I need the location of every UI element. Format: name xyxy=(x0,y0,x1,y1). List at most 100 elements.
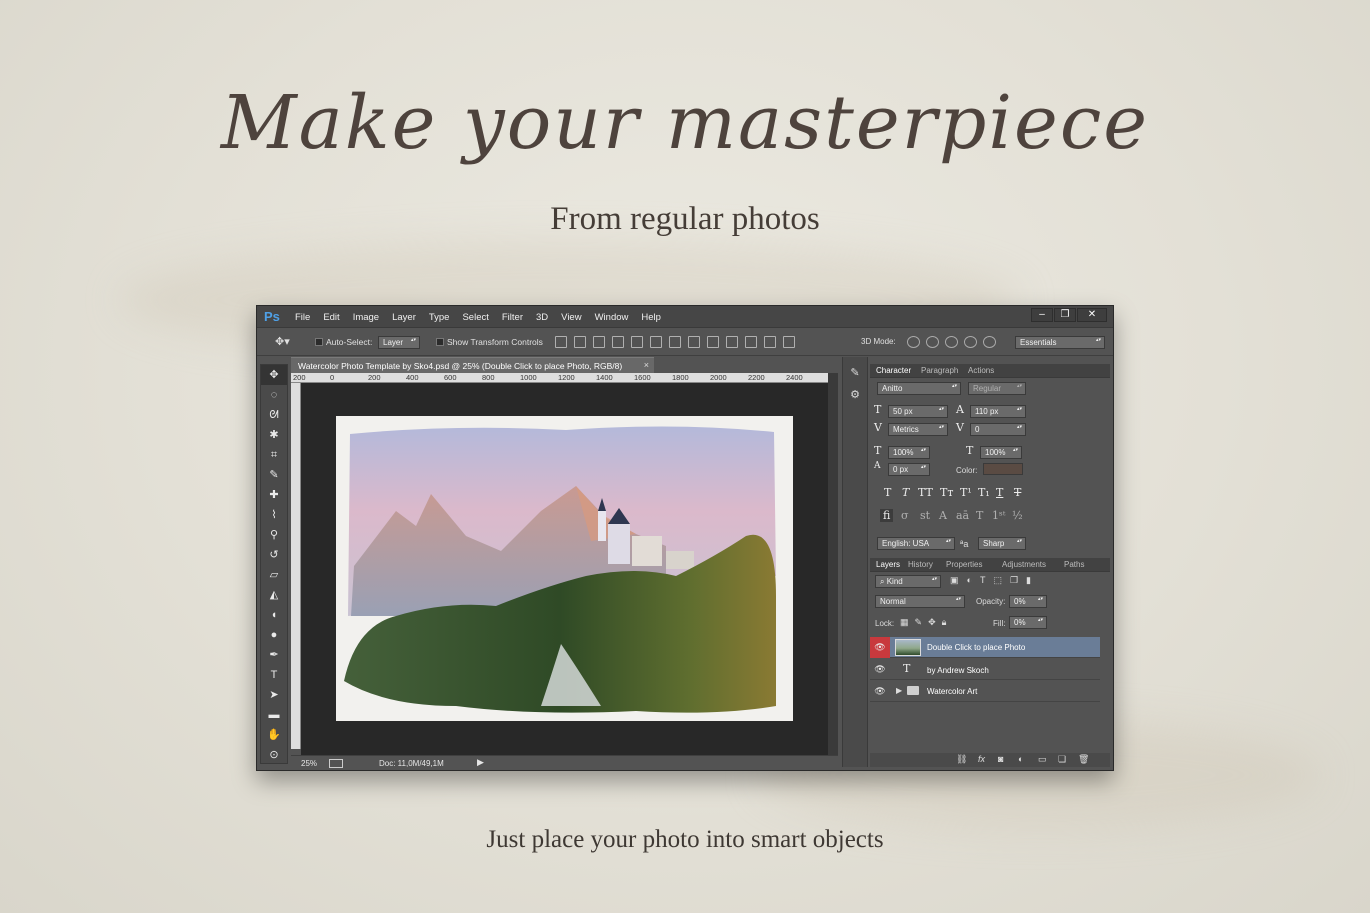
crop-tool-icon[interactable]: ⌗ xyxy=(261,445,287,465)
marquee-tool-icon[interactable]: ◌ xyxy=(261,385,287,405)
distribute-top-icon[interactable] xyxy=(669,336,681,348)
magic-wand-icon[interactable]: ✱ xyxy=(261,425,287,445)
leading-field[interactable]: 110 px xyxy=(970,405,1026,418)
roll-3d-icon[interactable] xyxy=(926,336,939,348)
layer-row[interactable]: 👁︎ Double Click to place Photo xyxy=(870,637,1100,658)
text-color-swatch[interactable] xyxy=(983,463,1023,475)
menu-edit[interactable]: Edit xyxy=(323,312,339,323)
distribute-bottom-icon[interactable] xyxy=(707,336,719,348)
faux-italic-icon[interactable]: T xyxy=(902,486,909,499)
menu-help[interactable]: Help xyxy=(641,312,661,323)
align-right-icon[interactable] xyxy=(650,336,662,348)
eye-icon[interactable]: 👁︎ xyxy=(870,681,890,702)
old-style-icon[interactable]: σ xyxy=(901,509,909,522)
auto-select-dropdown[interactable]: Layer xyxy=(378,336,420,349)
titling-icon[interactable]: aā xyxy=(956,509,969,522)
menu-select[interactable]: Select xyxy=(462,312,488,323)
align-left-icon[interactable] xyxy=(612,336,624,348)
filter-adjustment-icon[interactable]: ◐ xyxy=(967,575,972,586)
lock-image-icon[interactable]: ✎ xyxy=(915,617,923,628)
eraser-icon[interactable]: ▱ xyxy=(261,565,287,585)
blend-mode-dropdown[interactable]: Normal xyxy=(875,595,965,608)
stylistic-alternates-icon[interactable]: A xyxy=(939,509,947,522)
lasso-tool-icon[interactable]: ᘛ xyxy=(261,405,287,425)
filter-type-icon[interactable]: T xyxy=(980,575,986,586)
paint-bucket-icon[interactable]: ◭ xyxy=(261,585,287,605)
font-style-dropdown[interactable]: Regular xyxy=(968,382,1026,395)
tab-actions[interactable]: Actions xyxy=(968,366,994,375)
status-menu-arrow-icon[interactable]: ▶ xyxy=(477,757,484,768)
clone-stamp-icon[interactable]: ⚲ xyxy=(261,525,287,545)
adjust-panel-icon[interactable]: ⚙ xyxy=(849,389,861,401)
align-bottom-icon[interactable] xyxy=(593,336,605,348)
small-caps-icon[interactable]: Tт xyxy=(940,486,953,499)
type-tool-icon[interactable]: T xyxy=(261,665,287,685)
zoom-level[interactable]: 25% xyxy=(301,759,317,768)
scale-3d-icon[interactable] xyxy=(983,336,996,348)
baseline-shift-field[interactable]: 0 px xyxy=(888,463,930,476)
new-layer-icon[interactable]: ❏ xyxy=(1058,754,1066,765)
new-group-icon[interactable]: ▭ xyxy=(1038,754,1047,765)
expand-arrow-icon[interactable]: ▶ xyxy=(896,686,902,695)
font-size-field[interactable]: 50 px xyxy=(888,405,948,418)
subscript-icon[interactable]: T₁ xyxy=(978,486,990,499)
zoom-tool-icon[interactable]: ⊙ xyxy=(261,745,287,765)
distribute-left-icon[interactable] xyxy=(726,336,738,348)
tab-close-icon[interactable]: × xyxy=(644,360,649,370)
distribute-center-icon[interactable] xyxy=(745,336,757,348)
tab-character[interactable]: Character xyxy=(876,366,911,375)
lock-position-icon[interactable]: ✥ xyxy=(928,617,936,628)
brush-tool-icon[interactable]: ⌇ xyxy=(261,505,287,525)
tab-properties[interactable]: Properties xyxy=(946,560,982,569)
lock-all-icon[interactable]: 🔒︎ xyxy=(942,617,947,628)
align-top-icon[interactable] xyxy=(555,336,567,348)
fill-field[interactable]: 0% xyxy=(1009,616,1047,629)
opacity-field[interactable]: 0% xyxy=(1009,595,1047,608)
auto-align-icon[interactable] xyxy=(783,336,795,348)
close-button[interactable]: ✕ xyxy=(1077,308,1107,322)
superscript-icon[interactable]: T¹ xyxy=(960,486,972,499)
trash-icon[interactable]: 🗑︎ xyxy=(1078,754,1089,765)
underline-icon[interactable]: T xyxy=(996,486,1003,499)
history-brush-icon[interactable]: ↺ xyxy=(261,545,287,565)
canvas-area[interactable] xyxy=(301,383,828,755)
menu-layer[interactable]: Layer xyxy=(392,312,416,323)
faux-bold-icon[interactable]: T xyxy=(884,486,891,499)
menu-image[interactable]: Image xyxy=(353,312,379,323)
distribute-middle-icon[interactable] xyxy=(688,336,700,348)
blur-tool-icon[interactable]: ◖ xyxy=(261,605,287,625)
menu-filter[interactable]: Filter xyxy=(502,312,523,323)
align-middle-icon[interactable] xyxy=(574,336,586,348)
hand-tool-icon[interactable]: ✋ xyxy=(261,725,287,745)
maximize-button[interactable]: ❐ xyxy=(1054,308,1076,322)
vertical-scrollbar[interactable] xyxy=(828,373,838,755)
horizontal-scale-field[interactable]: 100% xyxy=(980,446,1022,459)
eye-icon[interactable]: 👁︎ xyxy=(870,637,890,658)
layer-row[interactable]: 👁︎ ▶ Watercolor Art xyxy=(870,681,1100,702)
menu-window[interactable]: Window xyxy=(595,312,629,323)
menu-file[interactable]: File xyxy=(295,312,310,323)
path-select-icon[interactable]: ➤ xyxy=(261,685,287,705)
eyedropper-icon[interactable]: ✎ xyxy=(261,465,287,485)
tab-layers[interactable]: Layers xyxy=(876,560,900,569)
ordinals-icon[interactable]: T xyxy=(976,509,983,522)
menu-view[interactable]: View xyxy=(561,312,581,323)
layer-row[interactable]: 👁︎ T by Andrew Skoch xyxy=(870,659,1100,680)
rectangle-tool-icon[interactable]: ▬ xyxy=(261,705,287,725)
fractions-icon[interactable]: ½ xyxy=(1012,509,1023,522)
align-center-icon[interactable] xyxy=(631,336,643,348)
filter-shape-icon[interactable]: ⬚ xyxy=(993,575,1002,586)
eye-icon[interactable]: 👁︎ xyxy=(870,659,890,680)
show-transform-checkbox[interactable]: Show Transform Controls xyxy=(436,337,543,347)
font-family-dropdown[interactable]: Anitto xyxy=(877,382,961,395)
menu-type[interactable]: Type xyxy=(429,312,450,323)
language-dropdown[interactable]: English: USA xyxy=(877,537,955,550)
swash-icon[interactable]: st xyxy=(920,509,930,522)
antialias-dropdown[interactable]: Sharp xyxy=(978,537,1026,550)
distribute-right-icon[interactable] xyxy=(764,336,776,348)
tab-history[interactable]: History xyxy=(908,560,933,569)
tab-adjustments[interactable]: Adjustments xyxy=(1002,560,1046,569)
dodge-tool-icon[interactable]: ● xyxy=(261,625,287,645)
filter-toggle-icon[interactable]: ▮ xyxy=(1026,575,1031,586)
move-tool-icon[interactable]: ✥ xyxy=(261,365,287,385)
